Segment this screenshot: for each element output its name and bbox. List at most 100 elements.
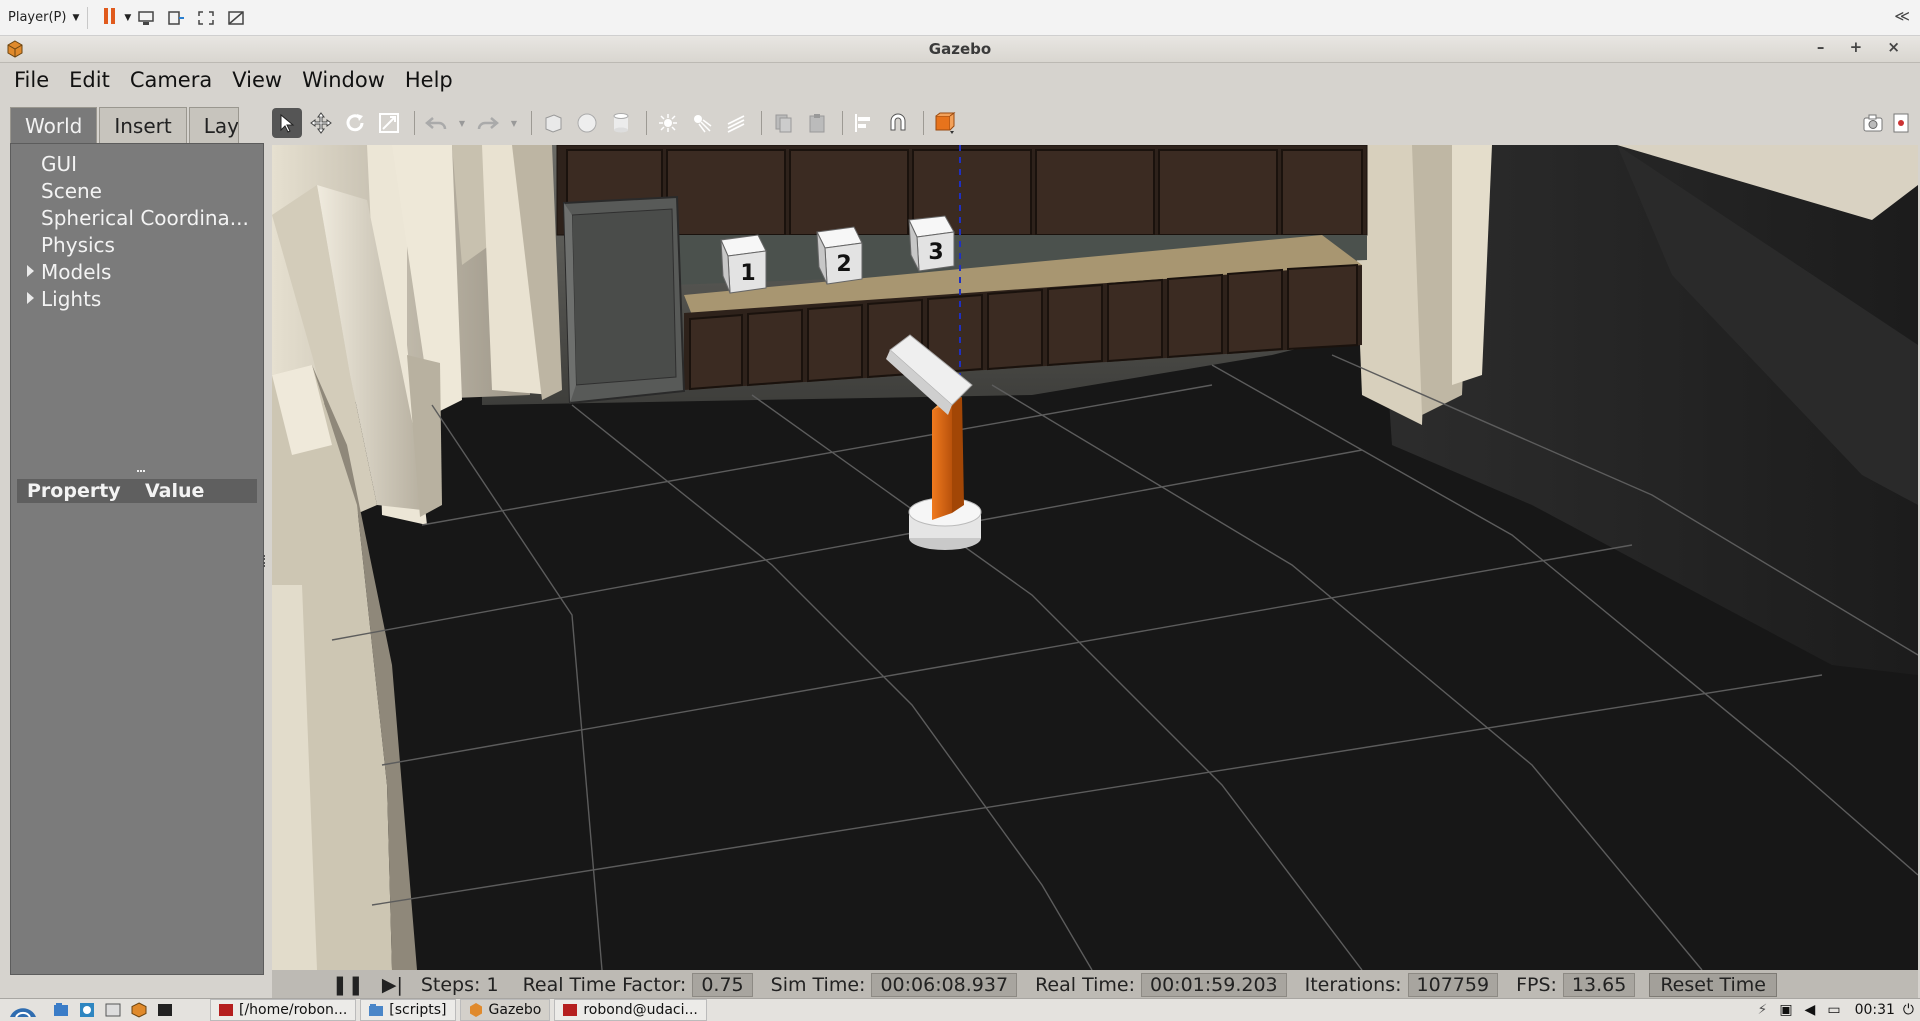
send-ctrl-alt-del-icon[interactable] — [135, 7, 157, 29]
cube-2[interactable]: 2 — [816, 226, 863, 285]
scene-render[interactable]: 1 2 3 — [272, 145, 1918, 970]
redo-icon — [477, 117, 499, 130]
player-menu[interactable]: Player(P) ▼ — [8, 10, 79, 25]
fps-value: 13.65 — [1562, 973, 1636, 997]
undo-history-button[interactable]: ▼ — [455, 108, 469, 138]
removable-devices-icon[interactable] — [165, 7, 187, 29]
spot-light-icon — [694, 115, 712, 133]
select-mode-button[interactable] — [272, 108, 302, 138]
tree-item-lights[interactable]: Lights — [11, 285, 261, 312]
chevron-down-icon: ▼ — [124, 12, 132, 23]
power-status-icon[interactable]: ⚡ — [1757, 1002, 1767, 1018]
expand-arrow-icon[interactable] — [27, 292, 34, 304]
gazebo-launcher[interactable] — [128, 1000, 150, 1020]
window-controls[interactable]: – + × — [1817, 38, 1910, 56]
tab-world[interactable]: World — [10, 107, 98, 144]
insert-sphere-button[interactable] — [572, 108, 602, 138]
tab-insert[interactable]: Insert — [99, 107, 187, 144]
rotate-mode-button[interactable] — [340, 108, 370, 138]
pause-button[interactable]: ▼ — [104, 7, 132, 28]
taskbar-item-label: robond@udaci... — [583, 1002, 698, 1018]
network-icon[interactable]: ▣ — [1779, 1002, 1792, 1018]
clock[interactable]: 00:31 — [1855, 1002, 1895, 1018]
spot-light-button[interactable] — [687, 108, 717, 138]
scale-mode-button[interactable] — [374, 108, 404, 138]
directional-light-button[interactable] — [721, 108, 751, 138]
browser-launcher[interactable] — [76, 1000, 98, 1020]
chevron-down-icon: ▼ — [72, 12, 80, 23]
left-panel: World Insert Laye GUI Scene Spherical Co… — [0, 97, 265, 977]
step-button[interactable]: ▶| — [382, 974, 403, 996]
terminal-launcher[interactable] — [154, 1000, 176, 1020]
divider — [531, 111, 532, 135]
sim-time-value: 00:06:08.937 — [871, 973, 1018, 997]
translate-mode-button[interactable] — [306, 108, 336, 138]
tree-item-scene[interactable]: Scene — [11, 177, 261, 204]
redo-button[interactable] — [473, 108, 503, 138]
menu-help[interactable]: Help — [405, 68, 453, 92]
align-icon — [855, 114, 870, 132]
tree-item-spherical-coordinates[interactable]: Spherical Coordina... — [11, 204, 261, 231]
steps-label: Steps: 1 — [420, 974, 499, 996]
tree-item-label: GUI — [41, 151, 78, 176]
play-pause-button[interactable]: ❚❚ — [332, 974, 364, 996]
box-shape-icon — [545, 114, 562, 133]
show-desktop-launcher[interactable] — [102, 1000, 124, 1020]
tree-item-gui[interactable]: GUI — [11, 150, 261, 177]
undo-button[interactable] — [421, 108, 451, 138]
sim-status-bar: ❚❚ ▶| Steps: 1 Real Time Factor: 0.75 Si… — [272, 970, 1918, 1000]
cube-label: 1 — [740, 261, 755, 286]
file-manager-launcher[interactable] — [50, 1000, 72, 1020]
move-arrows-icon — [310, 112, 332, 134]
tree-item-models[interactable]: Models — [11, 258, 261, 285]
taskbar-item-label: [scripts] — [389, 1002, 447, 1018]
insert-cylinder-button[interactable] — [606, 108, 636, 138]
divider — [842, 111, 843, 135]
cube-3[interactable]: 3 — [908, 215, 955, 272]
fullscreen-icon[interactable] — [195, 7, 217, 29]
paste-button[interactable] — [802, 108, 832, 138]
display-icon[interactable]: ▭ — [1827, 1002, 1840, 1018]
start-menu-button[interactable] — [0, 1000, 46, 1020]
chevron-down-icon: ▼ — [458, 118, 466, 128]
undo-icon — [425, 117, 447, 130]
cube-1[interactable]: 1 — [720, 234, 767, 294]
scene-viewport[interactable]: 1 2 3 — [272, 145, 1918, 970]
redo-history-button[interactable]: ▼ — [507, 108, 521, 138]
volume-icon[interactable]: ◀ — [1805, 1002, 1816, 1018]
panel-resize-handle[interactable] — [263, 555, 269, 567]
menu-camera[interactable]: Camera — [130, 68, 212, 92]
taskbar-item-terminal-robond[interactable]: robond@udaci... — [554, 999, 707, 1021]
menu-edit[interactable]: Edit — [69, 68, 110, 92]
tree-item-physics[interactable]: Physics — [11, 231, 261, 258]
record-log-icon — [1893, 113, 1909, 133]
menu-window[interactable]: Window — [302, 68, 385, 92]
value-column-header: Value — [145, 480, 205, 502]
log-button[interactable] — [1886, 108, 1916, 138]
rotate-icon — [346, 114, 364, 132]
view-angle-button[interactable] — [930, 108, 960, 138]
power-icon[interactable]: ⏻ — [1903, 1002, 1914, 1018]
snap-button[interactable] — [883, 108, 913, 138]
taskbar-item-scripts[interactable]: [scripts] — [360, 999, 456, 1021]
collapse-toolbar-button[interactable]: ≪ — [1894, 7, 1910, 25]
tree-item-label: Lights — [41, 286, 102, 311]
screenshot-button[interactable] — [1858, 108, 1888, 138]
splitter-handle[interactable] — [137, 470, 145, 474]
copy-button[interactable] — [768, 108, 798, 138]
tree-item-label: Spherical Coordina... — [41, 205, 249, 230]
align-button[interactable] — [849, 108, 879, 138]
point-light-button[interactable] — [653, 108, 683, 138]
menu-view[interactable]: View — [232, 68, 282, 92]
taskbar-item-terminal-home[interactable]: [/home/robon... — [210, 999, 357, 1021]
reset-time-button[interactable]: Reset Time — [1649, 973, 1777, 997]
unity-mode-icon[interactable] — [225, 7, 247, 29]
gazebo-app-icon — [469, 1003, 482, 1017]
iterations-label: Iterations: — [1304, 974, 1402, 996]
expand-arrow-icon[interactable] — [27, 265, 34, 277]
insert-box-button[interactable] — [538, 108, 568, 138]
taskbar-item-gazebo[interactable]: Gazebo — [459, 999, 551, 1021]
menu-file[interactable]: File — [14, 68, 49, 92]
system-tray: ⚡ ▣ ◀ ▭ 00:31 ⏻ — [1757, 999, 1920, 1021]
tab-layers[interactable]: Laye — [188, 107, 239, 144]
